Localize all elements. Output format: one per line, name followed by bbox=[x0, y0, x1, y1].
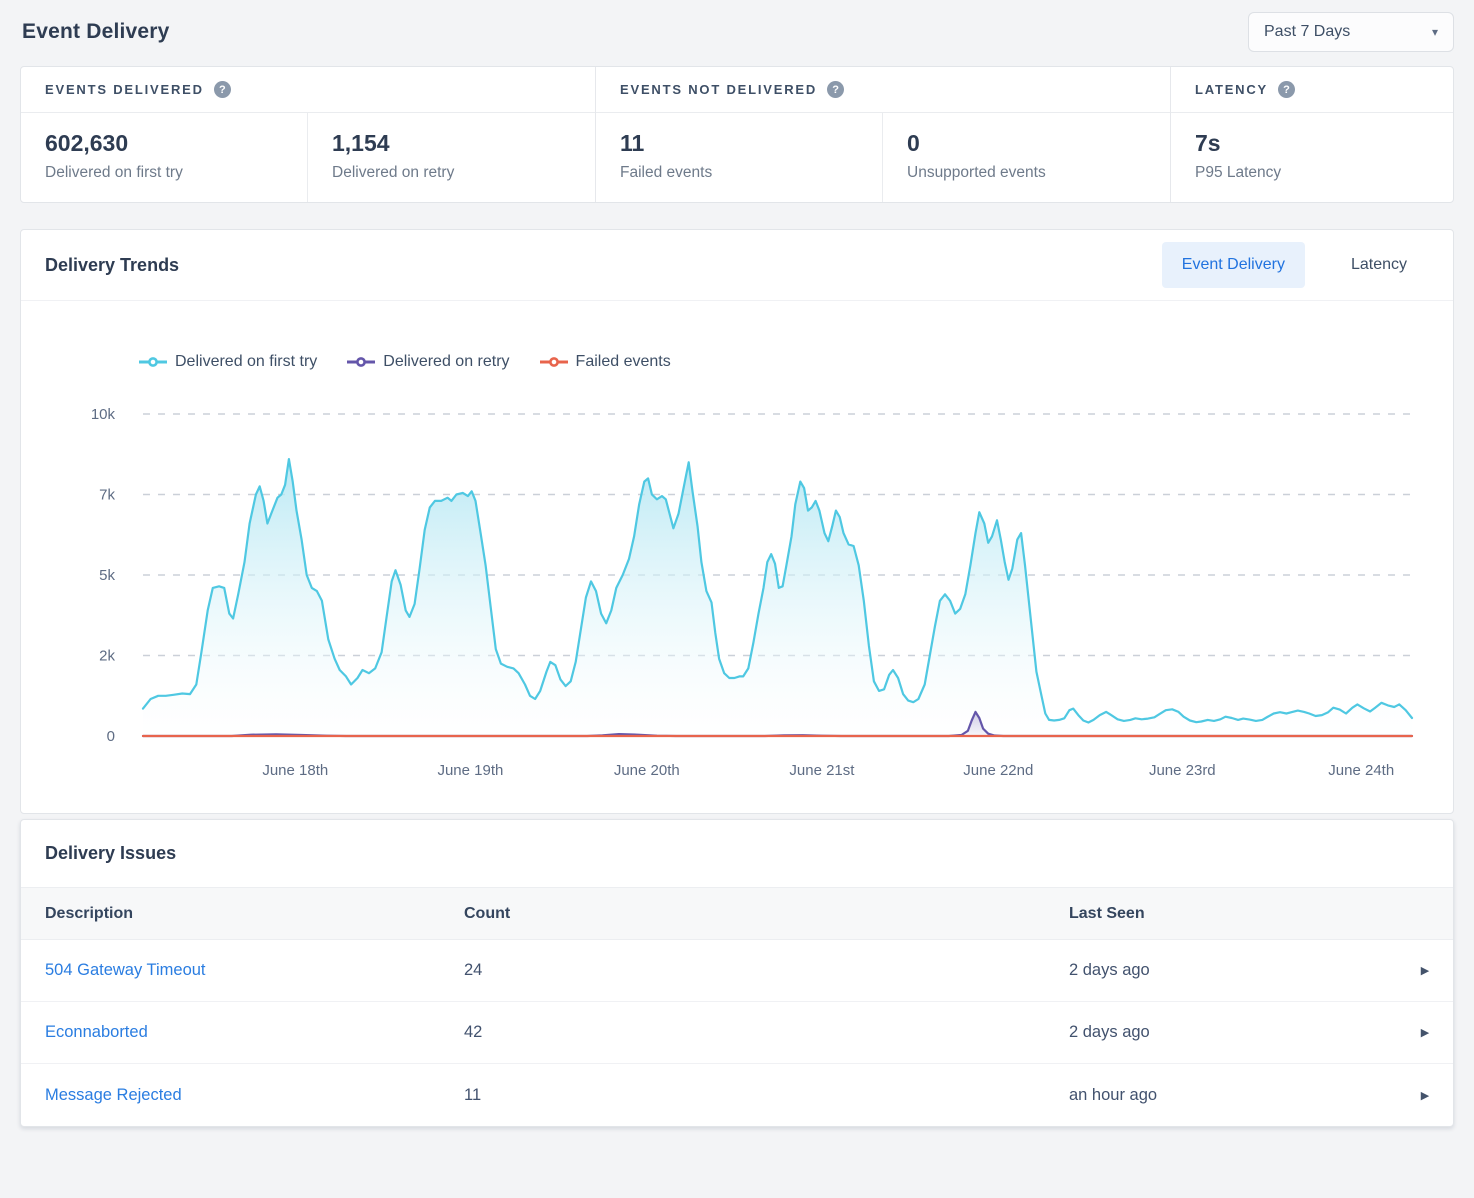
chevron-right-icon[interactable]: ▶ bbox=[1421, 1026, 1429, 1039]
y-axis-tick-label: 10k bbox=[91, 406, 116, 423]
legend-marker-orange-icon bbox=[540, 356, 568, 368]
issues-table-header: Description Count Last Seen bbox=[21, 887, 1453, 940]
stats-group-header: EVENTS NOT DELIVERED ? bbox=[596, 67, 1170, 113]
issue-count: 42 bbox=[464, 1023, 1069, 1042]
stat-delivered-first-try: 602,630 Delivered on first try bbox=[21, 113, 308, 202]
trends-tabs: Event Delivery Latency bbox=[1162, 242, 1427, 288]
stat-unsupported-events: 0 Unsupported events bbox=[883, 113, 1170, 202]
tab-event-delivery[interactable]: Event Delivery bbox=[1162, 242, 1305, 288]
stat-label: Unsupported events bbox=[907, 164, 1146, 182]
x-axis-tick-label: June 20th bbox=[614, 762, 680, 779]
chart-area: Delivered on first try Delivered on retr… bbox=[21, 353, 1453, 813]
column-header-description: Description bbox=[45, 905, 464, 923]
stat-value: 1,154 bbox=[332, 130, 571, 157]
x-axis-tick-label: June 19th bbox=[437, 762, 503, 779]
stats-group-header: LATENCY ? bbox=[1171, 67, 1453, 113]
stats-group-label: LATENCY bbox=[1195, 82, 1268, 97]
stats-group-label: EVENTS DELIVERED bbox=[45, 82, 204, 97]
stats-group-events-not-delivered: EVENTS NOT DELIVERED ? 11 Failed events … bbox=[596, 67, 1171, 202]
legend-marker-cyan-icon bbox=[139, 356, 167, 368]
issue-link[interactable]: Message Rejected bbox=[45, 1086, 464, 1105]
issue-last-seen: an hour ago bbox=[1069, 1086, 1397, 1105]
help-icon[interactable]: ? bbox=[214, 81, 231, 98]
event-delivery-page: Event Delivery Past 7 Days ▾ EVENTS DELI… bbox=[0, 0, 1474, 1127]
chevron-right-icon[interactable]: ▶ bbox=[1421, 1089, 1429, 1102]
stats-summary-card: EVENTS DELIVERED ? 602,630 Delivered on … bbox=[20, 66, 1454, 203]
legend-marker-purple-icon bbox=[347, 356, 375, 368]
legend-label: Failed events bbox=[576, 353, 671, 371]
chart-legend: Delivered on first try Delivered on retr… bbox=[139, 353, 1453, 371]
chevron-down-icon: ▾ bbox=[1432, 25, 1438, 39]
trends-chart-svg: 10k 7k 5k 2k 0 June 18th June 19th June 20th Jun… bbox=[21, 391, 1455, 793]
table-row[interactable]: Econnaborted 42 2 days ago ▶ bbox=[21, 1002, 1453, 1064]
legend-item-failed[interactable]: Failed events bbox=[540, 353, 671, 371]
stat-value: 0 bbox=[907, 130, 1146, 157]
legend-item-retry[interactable]: Delivered on retry bbox=[347, 353, 509, 371]
stat-value: 7s bbox=[1195, 130, 1429, 157]
table-row[interactable]: Message Rejected 11 an hour ago ▶ bbox=[21, 1064, 1453, 1126]
page-header: Event Delivery Past 7 Days ▾ bbox=[20, 0, 1454, 66]
x-axis-tick-label: June 23rd bbox=[1149, 762, 1216, 779]
issues-title: Delivery Issues bbox=[45, 843, 176, 864]
stat-label: Failed events bbox=[620, 164, 858, 182]
chevron-right-icon[interactable]: ▶ bbox=[1421, 964, 1429, 977]
table-row[interactable]: 504 Gateway Timeout 24 2 days ago ▶ bbox=[21, 940, 1453, 1002]
column-header-last-seen: Last Seen bbox=[1069, 905, 1397, 923]
x-axis-tick-label: June 18th bbox=[262, 762, 328, 779]
stat-p95-latency: 7s P95 Latency bbox=[1171, 113, 1453, 202]
legend-label: Delivered on first try bbox=[175, 353, 317, 371]
page-title: Event Delivery bbox=[22, 20, 170, 44]
y-axis-tick-label: 2k bbox=[99, 648, 115, 665]
y-axis-tick-label: 0 bbox=[107, 728, 115, 745]
trends-title: Delivery Trends bbox=[45, 255, 179, 276]
help-icon[interactable]: ? bbox=[827, 81, 844, 98]
issue-last-seen: 2 days ago bbox=[1069, 961, 1397, 980]
stat-delivered-on-retry: 1,154 Delivered on retry bbox=[308, 113, 595, 202]
y-axis-tick-label: 5k bbox=[99, 567, 115, 584]
series-area-0 bbox=[143, 459, 1412, 736]
delivery-trends-card: Delivery Trends Event Delivery Latency D… bbox=[20, 229, 1454, 814]
stats-group-events-delivered: EVENTS DELIVERED ? 602,630 Delivered on … bbox=[21, 67, 596, 202]
x-axis-tick-label: June 24th bbox=[1328, 762, 1394, 779]
stats-group-label: EVENTS NOT DELIVERED bbox=[620, 82, 817, 97]
stat-label: P95 Latency bbox=[1195, 164, 1429, 182]
issue-last-seen: 2 days ago bbox=[1069, 1023, 1397, 1042]
tab-latency[interactable]: Latency bbox=[1331, 242, 1427, 288]
stat-label: Delivered on retry bbox=[332, 164, 571, 182]
column-header-count: Count bbox=[464, 905, 1069, 923]
stat-value: 602,630 bbox=[45, 130, 283, 157]
y-axis-tick-label: 7k bbox=[99, 487, 115, 504]
help-icon[interactable]: ? bbox=[1278, 81, 1295, 98]
x-axis-tick-label: June 21st bbox=[789, 762, 855, 779]
stats-group-body: 11 Failed events 0 Unsupported events bbox=[596, 113, 1170, 202]
legend-label: Delivered on retry bbox=[383, 353, 509, 371]
issue-link[interactable]: Econnaborted bbox=[45, 1023, 464, 1042]
legend-item-first-try[interactable]: Delivered on first try bbox=[139, 353, 317, 371]
stats-group-body: 7s P95 Latency bbox=[1171, 113, 1453, 202]
stats-group-body: 602,630 Delivered on first try 1,154 Del… bbox=[21, 113, 595, 202]
stat-label: Delivered on first try bbox=[45, 164, 283, 182]
stat-failed-events: 11 Failed events bbox=[596, 113, 883, 202]
stats-group-header: EVENTS DELIVERED ? bbox=[21, 67, 595, 113]
stats-group-latency: LATENCY ? 7s P95 Latency bbox=[1171, 67, 1453, 202]
delivery-issues-card: Delivery Issues Description Count Last S… bbox=[20, 819, 1454, 1127]
stat-value: 11 bbox=[620, 130, 858, 157]
issue-link[interactable]: 504 Gateway Timeout bbox=[45, 961, 464, 980]
issue-count: 11 bbox=[464, 1086, 1069, 1105]
time-range-dropdown[interactable]: Past 7 Days ▾ bbox=[1248, 12, 1454, 52]
trends-header: Delivery Trends Event Delivery Latency bbox=[21, 230, 1453, 301]
issue-count: 24 bbox=[464, 961, 1069, 980]
issues-title-row: Delivery Issues bbox=[21, 820, 1453, 887]
x-axis-tick-label: June 22nd bbox=[963, 762, 1033, 779]
time-range-value: Past 7 Days bbox=[1264, 23, 1350, 41]
